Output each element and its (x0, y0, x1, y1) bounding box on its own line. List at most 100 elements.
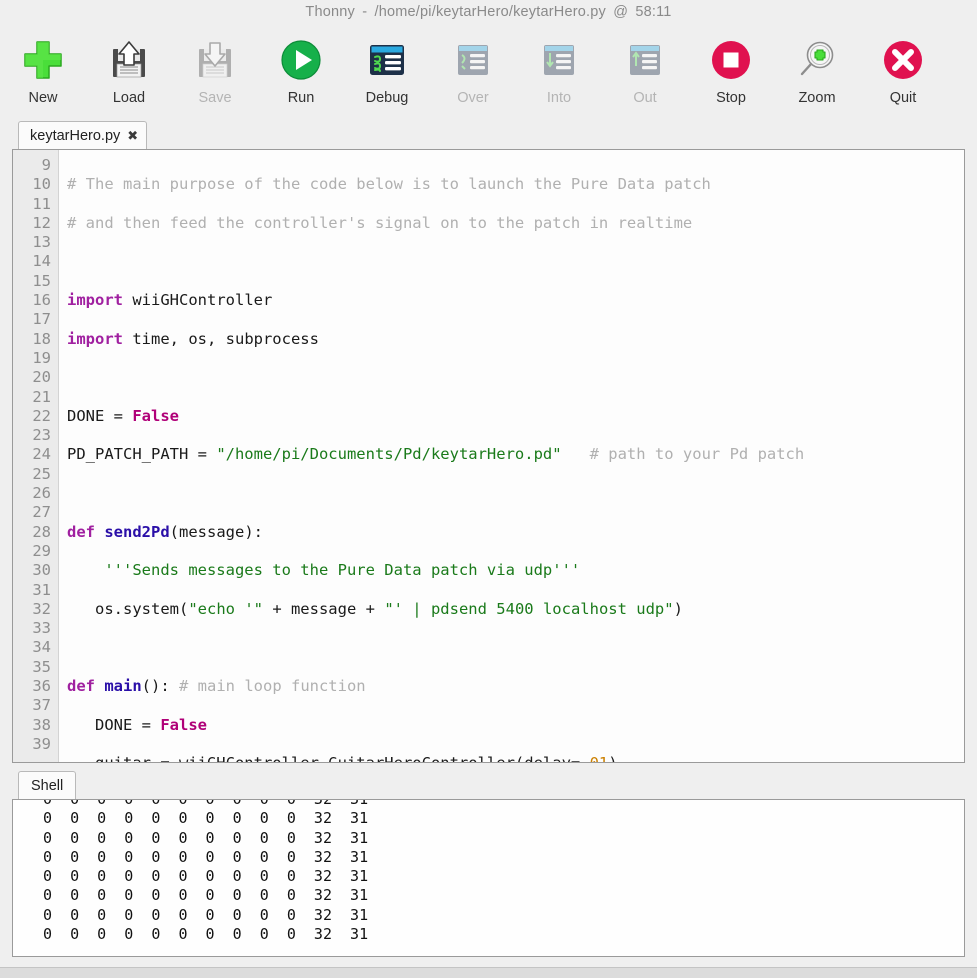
line-number: 28 (32, 522, 51, 541)
window-app-name: Thonny (305, 4, 355, 20)
shell-tab[interactable]: Shell (18, 771, 77, 799)
quit-button-label: Quit (889, 90, 917, 106)
load-button[interactable]: Load (86, 36, 172, 106)
line-number: 25 (32, 464, 51, 483)
close-circle-icon (879, 36, 927, 84)
line-number: 14 (32, 252, 51, 271)
editor-tabstrip: keytarHero.py ✖ (12, 119, 965, 149)
thonny-window: Thonny - /home/pi/keytarHero/keytarHero.… (0, 0, 977, 978)
zoom-button-label: Zoom (798, 90, 836, 106)
code-line: def send2Pd(message): (67, 522, 263, 541)
code-line: # The main purpose of the code below is … (67, 175, 711, 194)
debug-button-label: Debug (365, 90, 409, 106)
line-number: 26 (32, 484, 51, 503)
line-number: 13 (32, 233, 51, 252)
run-button-label: Run (287, 90, 315, 106)
line-number: 30 (32, 561, 51, 580)
code-line: os.system("echo '" + message + "' | pdse… (67, 599, 683, 618)
shell-output[interactable]: 0 0 0 0 0 0 0 0 0 0 32 31 0 0 0 0 0 0 0 0… (12, 799, 965, 957)
step-over-icon (449, 36, 497, 84)
code-line: '''Sends messages to the Pure Data patch… (104, 561, 581, 580)
step-into-button-label: Into (546, 90, 572, 106)
line-number-gutter: 9 10 11 12 13 14 15 16 17 18 19 20 21 22 23 24 25 26 27 28 2… (13, 150, 59, 762)
debug-button[interactable]: Debug (344, 36, 430, 106)
editor-tab-label: keytarHero.py (30, 127, 121, 144)
code-line: PD_PATCH_PATH = "/home/pi/Documents/Pd/k… (67, 445, 805, 464)
step-out-icon (621, 36, 669, 84)
floppy-down-arrow-icon (191, 36, 239, 84)
step-over-button[interactable]: Over (430, 36, 516, 106)
stop-button-label: Stop (716, 90, 746, 106)
cursor-position-indicator: 58:11 (635, 4, 672, 20)
line-number: 22 (32, 406, 51, 425)
line-number: 20 (32, 368, 51, 387)
line-number: 34 (32, 638, 51, 657)
shell-output-line: 0 0 0 0 0 0 0 0 0 0 32 31 (43, 867, 369, 886)
line-number: 19 (32, 348, 51, 367)
code-line: import time, os, subprocess (67, 329, 319, 348)
line-number: 23 (32, 426, 51, 445)
shell-output-line: 0 0 0 0 0 0 0 0 0 0 32 31 (43, 886, 369, 905)
step-out-button[interactable]: Out (602, 36, 688, 106)
stop-button[interactable]: Stop (688, 36, 774, 106)
run-button[interactable]: Run (258, 36, 344, 106)
step-out-button-label: Out (633, 90, 657, 106)
title-at-symbol: @ (613, 4, 629, 20)
shell-output-line: 0 0 0 0 0 0 0 0 0 0 32 31 (43, 809, 369, 828)
line-number: 12 (32, 213, 51, 232)
shell-output-line: 0 0 0 0 0 0 0 0 0 0 32 31 (43, 847, 369, 866)
line-number: 35 (32, 657, 51, 676)
line-number: 32 (32, 599, 51, 618)
step-into-icon (535, 36, 583, 84)
title-separator: - (362, 4, 368, 20)
plus-cross-icon (19, 36, 67, 84)
shell-output-line: 0 0 0 0 0 0 0 0 0 0 32 31 (43, 799, 369, 808)
line-number: 15 (32, 271, 51, 290)
shell-output-line: 0 0 0 0 0 0 0 0 0 0 32 31 (43, 925, 369, 944)
shell-tab-label: Shell (31, 777, 64, 794)
shell-output-line: 0 0 0 0 0 0 0 0 0 0 32 31 (43, 905, 369, 924)
line-number: 37 (32, 696, 51, 715)
code-line: def main(): # main loop function (67, 677, 366, 696)
window-file-path: /home/pi/keytarHero/keytarHero.py (374, 4, 606, 20)
close-icon[interactable]: ✖ (127, 129, 138, 142)
editor-tab-keytarhero[interactable]: keytarHero.py ✖ (18, 121, 148, 149)
line-number: 36 (32, 677, 51, 696)
line-number: 27 (32, 503, 51, 522)
new-button-label: New (28, 90, 58, 106)
zoom-button[interactable]: Zoom (774, 36, 860, 106)
code-text-area[interactable]: # The main purpose of the code below is … (59, 150, 964, 762)
floppy-up-arrow-icon (105, 36, 153, 84)
debug-window-icon (363, 36, 411, 84)
window-titlebar: Thonny - /home/pi/keytarHero/keytarHero.… (0, 0, 977, 24)
code-line: DONE = False (67, 406, 179, 425)
line-number: 31 (32, 580, 51, 599)
line-number: 21 (32, 387, 51, 406)
editor-notebook: keytarHero.py ✖ 9 10 11 12 13 14 15 16 17 18 19 20 2… (0, 119, 977, 763)
line-number: 11 (32, 194, 51, 213)
line-number: 17 (32, 310, 51, 329)
play-circle-icon (277, 36, 325, 84)
main-toolbar: New Load Save Run Debug Over Into Out St… (0, 24, 977, 119)
code-line: # and then feed the controller's signal … (67, 213, 693, 232)
shell-tabstrip: Shell (12, 769, 965, 799)
line-number: 29 (32, 541, 51, 560)
shell-notebook: Shell 0 0 0 0 0 0 0 0 0 0 32 31 0 0 0 0 0… (0, 763, 977, 967)
code-line: DONE = False (67, 715, 207, 734)
stop-circle-icon (707, 36, 755, 84)
code-editor[interactable]: 9 10 11 12 13 14 15 16 17 18 19 20 21 22 23 24 25 26 27 28 2… (12, 149, 965, 763)
shell-output-line: 0 0 0 0 0 0 0 0 0 0 32 31 (43, 828, 369, 847)
line-number: 39 (32, 734, 51, 753)
line-number: 9 (41, 156, 51, 174)
save-button-label: Save (198, 90, 232, 106)
quit-button[interactable]: Quit (860, 36, 946, 106)
code-line: import wiiGHController (67, 291, 273, 310)
line-number: 10 (32, 175, 51, 194)
new-button[interactable]: New (0, 36, 86, 106)
save-button[interactable]: Save (172, 36, 258, 106)
step-into-button[interactable]: Into (516, 36, 602, 106)
line-number: 33 (32, 619, 51, 638)
